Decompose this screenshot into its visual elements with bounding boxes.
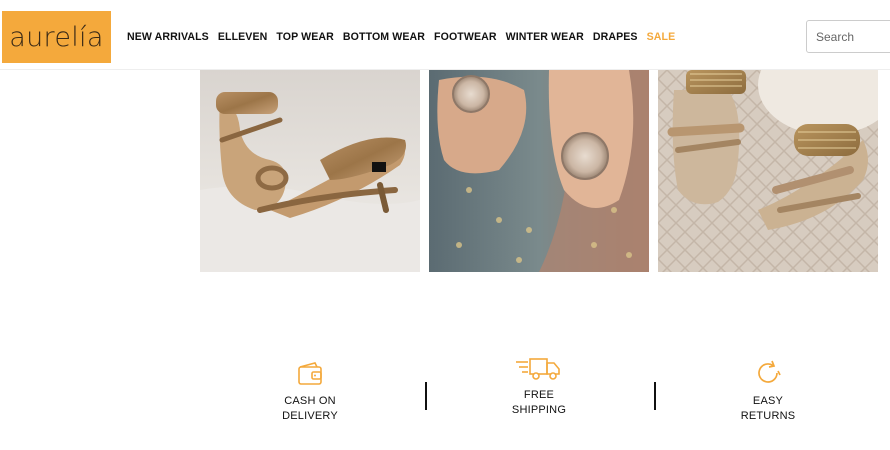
feature-free-shipping: FREE SHIPPING [469,355,609,418]
nav-item-drapes[interactable]: DRAPES [593,31,638,43]
feature-label-line1: CASH ON [284,395,336,407]
site-header: aurelía NEW ARRIVALS ELLEVEN TOP WEAR BO… [0,0,890,70]
wallet-icon [240,355,380,391]
feature-easy-returns: EASY RETURNS [698,355,838,424]
product-image-gold-strappy-sandal[interactable] [658,70,878,272]
feature-divider [425,382,427,410]
nav-item-sale[interactable]: SALE [647,31,676,43]
nav-item-top-wear[interactable]: TOP WEAR [276,31,334,43]
truck-icon [469,349,609,385]
nav-item-footwear[interactable]: FOOTWEAR [434,31,497,43]
main-nav: NEW ARRIVALS ELLEVEN TOP WEAR BOTTOM WEA… [127,31,684,43]
feature-divider [654,382,656,410]
product-image-embellished-flat-sandal[interactable] [429,70,649,272]
feature-strip: CASH ON DELIVERY FREE SHIPPING EASY RETU… [0,355,890,435]
feature-label-line1: FREE [523,389,555,401]
product-image-gold-kitten-heel[interactable] [200,70,420,272]
nav-item-bottom-wear[interactable]: BOTTOM WEAR [343,31,425,43]
nav-item-elleven[interactable]: ELLEVEN [218,31,268,43]
brand-logo[interactable]: aurelía [2,11,111,63]
feature-label-line2: DELIVERY [282,410,338,422]
nav-item-winter-wear[interactable]: WINTER WEAR [506,31,584,43]
refresh-icon [698,355,838,391]
search-input[interactable] [806,20,890,53]
feature-label-line1: EASY [752,395,784,407]
nav-item-new-arrivals[interactable]: NEW ARRIVALS [127,31,209,43]
feature-label-line2: SHIPPING [511,404,567,416]
feature-cash-on-delivery: CASH ON DELIVERY [240,355,380,424]
feature-label-line2: RETURNS [740,410,796,422]
